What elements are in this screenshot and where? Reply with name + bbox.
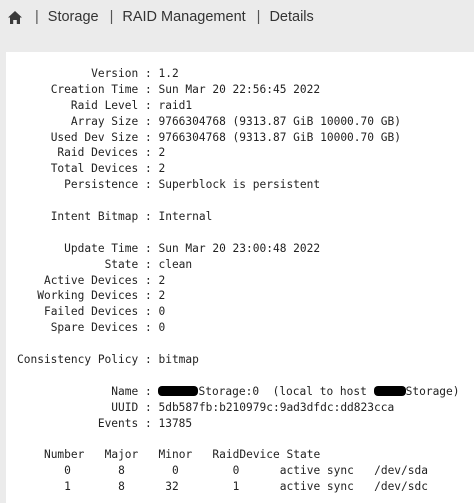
detail-value: 2	[158, 289, 166, 303]
column-header-state: State	[286, 448, 321, 462]
detail-value: 5db587fb:b210979c:9ad3dfdc:dd823cca	[158, 400, 395, 414]
detail-label: State	[104, 257, 139, 271]
breadcrumb-separator: |	[109, 9, 114, 25]
breadcrumb-separator: |	[35, 9, 39, 25]
detail-value: 2	[158, 162, 166, 176]
raid-details-page: | Storage | RAID Management | Details Ve…	[0, 0, 474, 503]
detail-value: raid1	[158, 98, 193, 112]
detail-label: UUID	[111, 400, 139, 414]
detail-value: bitmap	[158, 353, 199, 367]
detail-value: 0	[158, 321, 166, 335]
detail-row-update-time: Update Time : Sun Mar 20 23:00:48 2022	[64, 241, 321, 255]
column-header-raiddevice: RaidDevice	[212, 448, 280, 462]
cell-state: active sync	[279, 480, 354, 494]
detail-value: clean	[158, 257, 193, 271]
cell-minor: 0	[171, 464, 179, 478]
detail-value: 1.2	[158, 67, 179, 80]
detail-row-version: Version : 1.2	[91, 67, 179, 80]
breadcrumb-separator: |	[256, 9, 261, 25]
detail-value: Internal	[158, 210, 213, 224]
detail-label: Consistency Policy	[17, 353, 139, 367]
mdadm-detail-output: Version : 1.2 Creation Time : Sun Mar 20…	[17, 66, 460, 495]
detail-row-events: Events : 13785	[97, 416, 193, 430]
detail-label: Spare Devices	[50, 321, 139, 335]
detail-row-failed-devices: Failed Devices : 0	[43, 305, 166, 319]
detail-row-name: Name : Storage:0 (local to host Storage)	[111, 384, 460, 398]
cell-number: 1	[64, 480, 71, 494]
detail-value: 2	[158, 146, 166, 160]
redacted-hostname	[373, 385, 406, 396]
detail-label: Name	[111, 384, 139, 398]
detail-label: Creation Time	[50, 82, 139, 96]
column-header-minor: Minor	[158, 448, 193, 462]
detail-row-active-devices: Active Devices : 2	[43, 273, 166, 287]
detail-label: Active Devices	[43, 273, 139, 287]
detail-label: Events	[97, 416, 139, 430]
detail-row-state: State : clean	[104, 257, 193, 271]
redacted-hostname	[158, 385, 199, 396]
detail-row-working-devices: Working Devices : 2	[37, 289, 166, 303]
detail-value: Sun Mar 20 22:56:45 2022	[158, 82, 321, 96]
detail-value: 0	[158, 305, 166, 319]
detail-value: Storage)	[405, 384, 460, 398]
cell-number: 0	[64, 464, 71, 478]
cell-raid-device: 1	[232, 480, 240, 494]
home-icon[interactable]	[6, 8, 24, 26]
detail-value: 9766304768 (9313.87 GiB 10000.70 GB)	[158, 130, 401, 144]
detail-value: Storage:0	[198, 384, 260, 398]
detail-label: Update Time	[64, 241, 139, 255]
detail-label: Working Devices	[37, 289, 139, 303]
detail-label: Intent Bitmap	[50, 210, 139, 224]
detail-label: Failed Devices	[43, 305, 139, 319]
table-row: 0 8 0 0 active sync /dev/sda	[17, 463, 460, 479]
cell-device: /dev/sdc	[374, 480, 428, 494]
cell-major: 8	[118, 464, 125, 478]
device-table-header: Number Major Minor RaidDevice State	[17, 447, 460, 463]
detail-row-uuid: UUID : 5db587fb:b210979c:9ad3dfdc:dd823c…	[111, 400, 395, 414]
detail-value: (local to host	[272, 384, 367, 398]
cell-minor: 32	[165, 480, 179, 494]
detail-row-array-size: Array Size : 9766304768 (9313.87 GiB 100…	[70, 114, 401, 128]
detail-row-raid-level: Raid Level : raid1	[70, 98, 193, 112]
cell-major: 8	[118, 480, 125, 494]
column-header-major: Major	[104, 448, 139, 462]
detail-label: Total Devices	[50, 162, 139, 176]
column-header-number: Number	[43, 448, 85, 462]
cell-raid-device: 0	[232, 464, 240, 478]
detail-row-persistence: Persistence : Superblock is persistent	[64, 178, 321, 192]
breadcrumb-raid-management[interactable]: RAID Management	[122, 9, 245, 25]
detail-label: Array Size	[70, 114, 139, 128]
detail-value: Sun Mar 20 23:00:48 2022	[158, 241, 321, 255]
table-row: 1 8 32 1 active sync /dev/sdc	[17, 479, 460, 495]
detail-value: 13785	[158, 416, 193, 430]
details-panel: Version : 1.2 Creation Time : Sun Mar 20…	[6, 52, 474, 503]
breadcrumb-storage[interactable]: Storage	[48, 9, 99, 25]
detail-label: Version	[91, 67, 139, 80]
cell-state: active sync	[279, 464, 354, 478]
detail-value: Superblock is persistent	[158, 178, 321, 192]
detail-row-raid-devices: Raid Devices : 2	[57, 146, 166, 160]
detail-value: 9766304768 (9313.87 GiB 10000.70 GB)	[158, 114, 401, 128]
cell-device: /dev/sda	[374, 464, 428, 478]
detail-label: Raid Level	[70, 98, 139, 112]
detail-row-total-devices: Total Devices : 2	[50, 162, 166, 176]
detail-row-used-dev-size: Used Dev Size : 9766304768 (9313.87 GiB …	[50, 130, 401, 144]
detail-value: 2	[158, 273, 166, 287]
detail-label: Raid Devices	[57, 146, 139, 160]
detail-row-creation-time: Creation Time : Sun Mar 20 22:56:45 2022	[50, 82, 321, 96]
detail-row-intent-bitmap: Intent Bitmap : Internal	[50, 210, 213, 224]
detail-row-spare-devices: Spare Devices : 0	[50, 321, 166, 335]
detail-row-consistency-policy: Consistency Policy : bitmap	[17, 353, 199, 367]
detail-label: Used Dev Size	[50, 130, 139, 144]
detail-label: Persistence	[64, 178, 139, 192]
breadcrumb: | Storage | RAID Management | Details	[0, 0, 474, 34]
breadcrumb-details: Details	[269, 9, 314, 25]
